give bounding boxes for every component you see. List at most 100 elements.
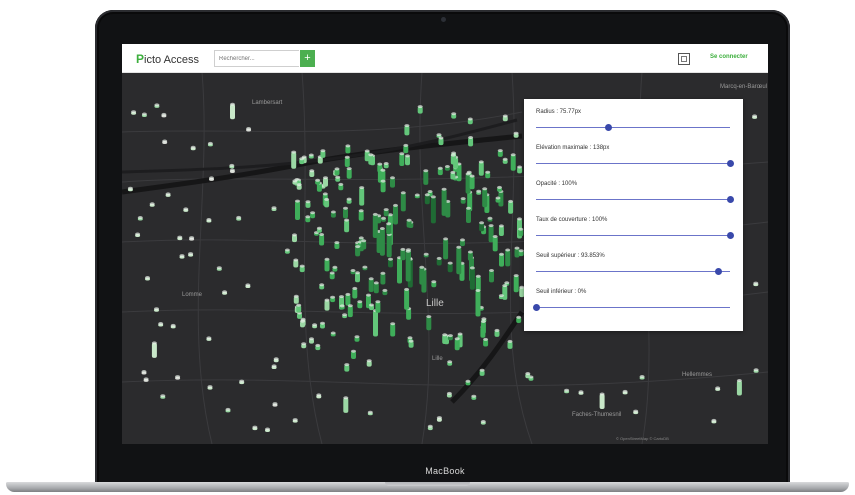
- search-input[interactable]: [214, 50, 299, 67]
- map-column-cap: [151, 341, 157, 345]
- map-column-cap: [430, 195, 436, 199]
- map-column: [393, 205, 398, 225]
- coverage-slider-thumb[interactable]: [727, 232, 734, 239]
- map-column: [400, 249, 406, 261]
- map-column-cap: [495, 196, 501, 200]
- map-column-cap: [271, 364, 277, 368]
- map-column-cap: [131, 110, 137, 114]
- map-column-cap: [309, 169, 315, 173]
- map-column-cap: [135, 232, 141, 236]
- coverage-slider[interactable]: [536, 235, 730, 236]
- map-attribution[interactable]: © OpenStreetMap © CartoDB: [616, 436, 669, 441]
- upper-threshold-slider-thumb[interactable]: [715, 268, 723, 275]
- map-column-cap: [383, 208, 389, 212]
- lower-threshold-slider[interactable]: [536, 307, 730, 308]
- radius-slider-thumb[interactable]: [604, 124, 612, 131]
- map-column: [513, 275, 519, 293]
- map-column-cap: [447, 334, 453, 338]
- map-column-cap: [345, 292, 351, 296]
- map-label-lille: Lille: [432, 356, 443, 362]
- map-column-cap: [380, 179, 386, 183]
- map-column-cap: [379, 227, 385, 230]
- layers-icon[interactable]: [678, 53, 690, 65]
- map-column-cap: [380, 168, 386, 172]
- search-button[interactable]: +: [300, 50, 315, 67]
- map-column: [230, 104, 235, 120]
- map-column-cap: [494, 328, 500, 332]
- map-column-cap: [479, 368, 485, 372]
- map-column: [498, 225, 504, 236]
- lower-threshold-slider-thumb[interactable]: [533, 304, 540, 311]
- app-logo[interactable]: Picto Access: [136, 52, 199, 66]
- map-column: [399, 153, 405, 166]
- map-column-cap: [352, 286, 358, 290]
- opacity-slider[interactable]: [536, 199, 730, 200]
- map-column-cap: [319, 283, 325, 287]
- map-column-cap: [222, 290, 228, 294]
- map-column-cap: [497, 149, 503, 153]
- map-column: [373, 310, 378, 337]
- elevation-slider[interactable]: [536, 163, 730, 164]
- control-elevation: Elévation maximale : 138px: [536, 145, 734, 175]
- map-column-cap: [320, 321, 325, 325]
- map-column-cap: [443, 237, 449, 241]
- map-column-cap: [504, 281, 510, 285]
- map-column-cap: [375, 300, 381, 304]
- map-column-cap: [366, 293, 371, 297]
- control-label-lower-threshold: Seuil inférieur : 0%: [536, 289, 587, 295]
- map-column-cap: [480, 320, 486, 323]
- map-column-cap: [400, 247, 406, 251]
- city-label: Lille: [426, 298, 444, 309]
- map-column-cap: [354, 335, 360, 339]
- map-column: [469, 267, 475, 290]
- map-column-cap: [188, 252, 194, 256]
- map-column-cap: [499, 252, 504, 256]
- map-column-cap: [206, 336, 212, 340]
- map-column-cap: [355, 245, 361, 249]
- map-column-cap: [482, 187, 488, 191]
- map-column: [456, 247, 462, 275]
- map-column: [346, 168, 352, 179]
- map-column-cap: [599, 392, 605, 396]
- map-column: [386, 223, 392, 235]
- map-column: [380, 170, 386, 181]
- map-column: [291, 152, 297, 169]
- map-column-cap: [292, 179, 298, 183]
- map-column-cap: [479, 221, 485, 225]
- map-label-lambersart: Lambersart: [252, 100, 283, 106]
- map-column: [379, 228, 385, 256]
- map-column: [466, 208, 471, 223]
- map-column-cap: [450, 170, 456, 174]
- map-column-cap: [441, 187, 447, 191]
- map-column-cap: [460, 197, 466, 201]
- map-column-cap: [346, 197, 352, 201]
- map-column: [475, 290, 481, 317]
- map-column-cap: [492, 235, 498, 238]
- map-column-cap: [312, 323, 318, 327]
- map-column-cap: [236, 215, 242, 219]
- map-column-cap: [514, 246, 520, 250]
- map-column-cap: [388, 257, 393, 261]
- control-upper-threshold: Seuil supérieur : 93.853%: [536, 253, 732, 283]
- map-column-cap: [265, 427, 270, 431]
- map-column-cap: [417, 105, 423, 109]
- elevation-slider-thumb[interactable]: [727, 160, 734, 167]
- control-label-coverage: Taux de couverture : 100%: [536, 217, 608, 223]
- map-column-cap: [517, 165, 523, 169]
- upper-threshold-slider[interactable]: [536, 271, 730, 272]
- map-column-cap: [177, 235, 183, 239]
- radius-slider[interactable]: [536, 127, 730, 128]
- map-column-cap: [358, 236, 364, 240]
- map-column-cap: [518, 227, 524, 231]
- map-column: [510, 154, 516, 171]
- map-column-cap: [299, 157, 305, 161]
- map-label-faches: Faches-Thumesnil: [572, 412, 622, 418]
- map-column-cap: [404, 124, 410, 128]
- map-column-cap: [339, 295, 344, 299]
- map-column-cap: [316, 393, 322, 397]
- login-link[interactable]: Se connecter: [710, 54, 748, 60]
- map-column: [151, 342, 157, 358]
- opacity-slider-thumb[interactable]: [727, 196, 734, 203]
- map-column-cap: [330, 331, 336, 335]
- map-column: [405, 251, 411, 282]
